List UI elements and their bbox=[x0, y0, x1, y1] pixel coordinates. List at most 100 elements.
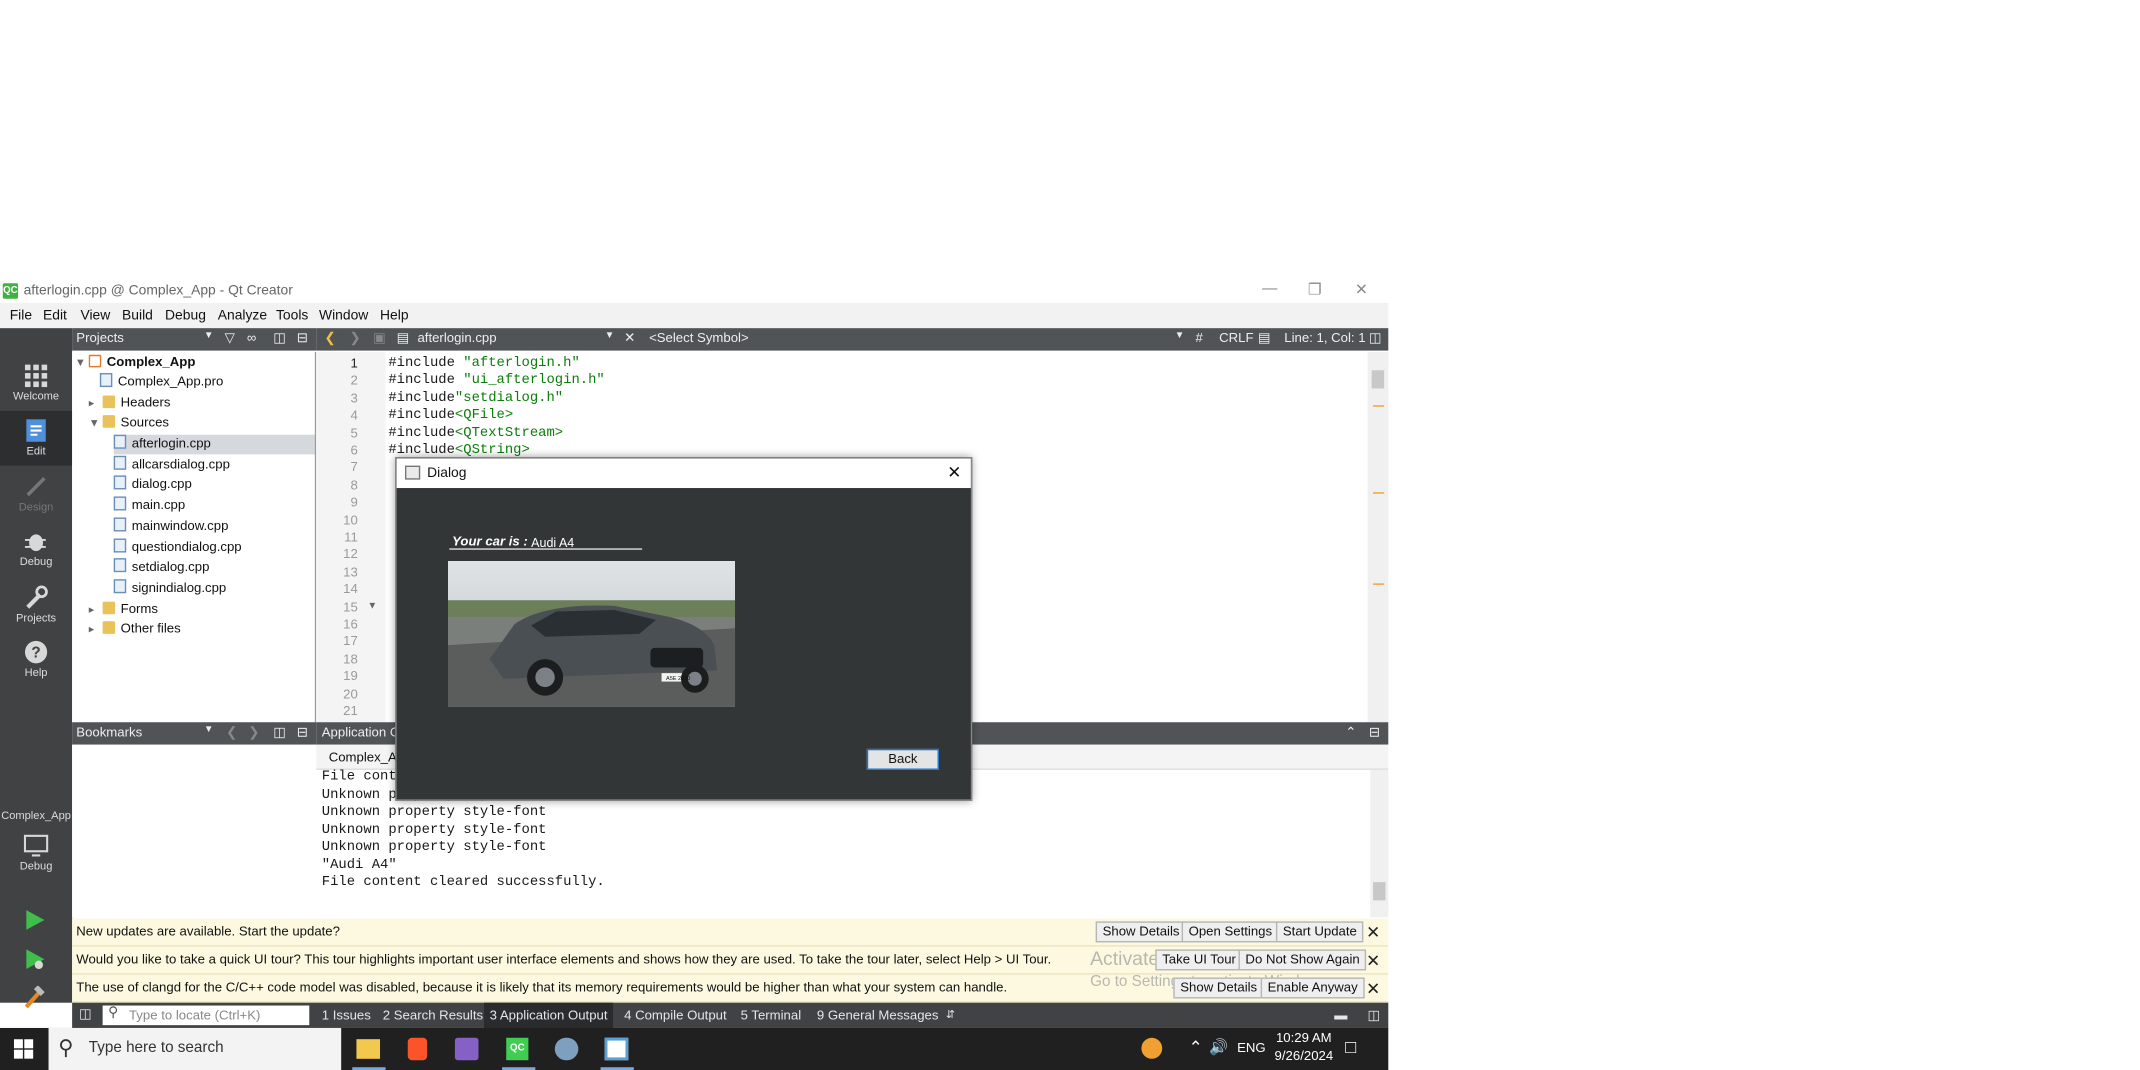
visual-studio-icon[interactable] bbox=[454, 1037, 479, 1061]
dropdown-icon[interactable]: ▼ bbox=[1175, 331, 1185, 341]
build-hammer-icon[interactable] bbox=[24, 985, 46, 1009]
tab-issues[interactable]: 1 Issues bbox=[322, 1008, 371, 1023]
file-explorer-icon[interactable] bbox=[356, 1039, 381, 1059]
line-ending[interactable]: CRLF bbox=[1219, 331, 1253, 346]
toggle-sidebar-icon[interactable]: ◫ bbox=[79, 1007, 91, 1022]
tray-expand-icon[interactable]: ⌃ bbox=[1189, 1038, 1203, 1058]
tab-application-output[interactable]: 3 Application Output bbox=[484, 1002, 614, 1028]
mode-projects[interactable]: Projects bbox=[0, 578, 72, 631]
close-file-icon[interactable]: ✕ bbox=[624, 331, 635, 346]
close-panel-icon[interactable]: ⊟ bbox=[297, 331, 308, 346]
tree-headers[interactable]: ▸ Headers bbox=[89, 394, 170, 414]
volume-icon[interactable]: 🔊 bbox=[1209, 1038, 1228, 1056]
dropdown-icon[interactable]: ▼ bbox=[204, 725, 214, 735]
notification-app-icon[interactable] bbox=[1141, 1037, 1163, 1059]
split-icon[interactable]: ◫ bbox=[273, 331, 285, 346]
clock-date[interactable]: 9/26/2024 bbox=[1275, 1049, 1334, 1064]
close-window-icon[interactable]: ✕ bbox=[1355, 280, 1368, 299]
show-details-button[interactable]: Show Details bbox=[1095, 921, 1187, 943]
tree-file[interactable]: questiondialog.cpp bbox=[113, 538, 242, 559]
menu-tools[interactable]: Tools bbox=[276, 309, 308, 324]
mode-edit[interactable]: Edit bbox=[0, 410, 73, 466]
output-tab[interactable]: Complex_Ap bbox=[329, 750, 404, 765]
forward-arrow-icon[interactable]: ❯ bbox=[349, 331, 360, 346]
symbol-combo[interactable]: <Select Symbol> bbox=[649, 331, 749, 346]
link-icon[interactable]: ∞ bbox=[247, 331, 256, 346]
mode-design[interactable]: Design bbox=[0, 467, 72, 520]
split-icon[interactable]: ◫ bbox=[273, 725, 285, 740]
tree-file[interactable]: dialog.cpp bbox=[113, 475, 192, 495]
menu-build[interactable]: Build bbox=[122, 309, 153, 324]
mode-welcome[interactable]: Welcome bbox=[0, 356, 72, 409]
taskbar-search-box[interactable]: ⚲ Type here to search bbox=[48, 1027, 342, 1070]
tab-compile-output[interactable]: 4 Compile Output bbox=[624, 1008, 727, 1023]
more-tabs-icon[interactable]: ⇵ bbox=[946, 1008, 955, 1021]
menu-analyze[interactable]: Analyze bbox=[218, 309, 267, 324]
locator-input[interactable]: ⚲ Type to locate (Ctrl+K) bbox=[102, 1005, 310, 1026]
close-panel-icon[interactable]: ⊟ bbox=[1369, 725, 1380, 740]
dropdown-icon[interactable]: ▼ bbox=[605, 331, 615, 341]
tab-terminal[interactable]: 5 Terminal bbox=[741, 1008, 802, 1023]
start-update-button[interactable]: Start Update bbox=[1275, 921, 1364, 943]
windows-start-icon[interactable] bbox=[13, 1039, 34, 1059]
next-icon[interactable]: ❯ bbox=[248, 725, 259, 740]
prev-icon[interactable]: ❮ bbox=[226, 725, 237, 740]
show-details-button[interactable]: Show Details bbox=[1173, 977, 1265, 999]
menu-debug[interactable]: Debug bbox=[165, 309, 206, 324]
hash-indicator[interactable]: # bbox=[1196, 331, 1203, 346]
brave-browser-icon[interactable] bbox=[407, 1037, 428, 1061]
tree-forms[interactable]: ▸ Forms bbox=[89, 600, 158, 620]
split-icon[interactable]: ◫ bbox=[1369, 331, 1381, 346]
minimize-icon[interactable]: — bbox=[1262, 280, 1277, 297]
projects-title[interactable]: Projects bbox=[76, 331, 124, 346]
close-icon[interactable]: ✕ bbox=[1366, 979, 1380, 999]
tree-other-files[interactable]: ▸ Other files bbox=[89, 620, 181, 640]
do-not-show-again-button[interactable]: Do Not Show Again bbox=[1238, 949, 1367, 971]
kit-selector[interactable]: Debug bbox=[0, 826, 72, 879]
tree-file[interactable]: setdialog.cpp bbox=[113, 558, 209, 578]
tree-sources[interactable]: ▼ Sources bbox=[89, 414, 169, 434]
tree-root[interactable]: ▼ Complex_App bbox=[75, 353, 195, 373]
tree-file[interactable]: signindialog.cpp bbox=[113, 579, 226, 599]
filter-icon[interactable]: ▽ bbox=[225, 331, 235, 346]
editor-scrollbar[interactable] bbox=[1367, 352, 1389, 723]
enable-anyway-button[interactable]: Enable Anyway bbox=[1260, 977, 1365, 999]
tree-file[interactable]: mainwindow.cpp bbox=[113, 517, 228, 537]
open-settings-button[interactable]: Open Settings bbox=[1181, 921, 1280, 943]
close-icon[interactable]: ✕ bbox=[1366, 923, 1380, 943]
dialog-close-icon[interactable]: ✕ bbox=[947, 463, 961, 483]
tree-pro-file[interactable]: Complex_App.pro bbox=[99, 373, 223, 393]
menu-window[interactable]: Window bbox=[319, 309, 368, 324]
language-indicator[interactable]: ENG bbox=[1237, 1041, 1266, 1056]
mode-help[interactable]: ? Help bbox=[0, 632, 72, 685]
menu-file[interactable]: File bbox=[10, 309, 32, 324]
cursor-position[interactable]: Line: 1, Col: 1 bbox=[1284, 331, 1365, 346]
dropdown-icon[interactable]: ▼ bbox=[204, 331, 214, 341]
close-icon[interactable]: ✕ bbox=[1366, 951, 1380, 971]
back-arrow-icon[interactable]: ❮ bbox=[325, 331, 336, 346]
progress-toggle-icon[interactable]: ▬ bbox=[1334, 1008, 1347, 1023]
dialog-app-icon[interactable] bbox=[604, 1037, 629, 1061]
run-icon[interactable] bbox=[24, 909, 46, 931]
maximize-panel-icon[interactable]: ⌃ bbox=[1345, 725, 1356, 740]
mode-debug[interactable]: Debug bbox=[0, 522, 72, 575]
toggle-output-icon[interactable]: ◫ bbox=[1367, 1008, 1379, 1023]
open-file-combo[interactable]: afterlogin.cpp bbox=[417, 331, 496, 346]
tab-general-messages[interactable]: 9 General Messages bbox=[817, 1008, 939, 1023]
qt-creator-taskbar-icon[interactable]: QC bbox=[506, 1037, 529, 1061]
output-scrollbar[interactable] bbox=[1370, 769, 1389, 918]
tree-file[interactable]: main.cpp bbox=[113, 496, 185, 516]
back-button[interactable]: Back bbox=[866, 748, 939, 770]
menu-help[interactable]: Help bbox=[380, 309, 409, 324]
close-panel-icon[interactable]: ⊟ bbox=[297, 725, 308, 740]
clock-time[interactable]: 10:29 AM bbox=[1276, 1031, 1332, 1046]
output-title[interactable]: Application O bbox=[322, 725, 400, 740]
action-center-icon[interactable]: □ bbox=[1345, 1036, 1356, 1057]
bookmarks-title[interactable]: Bookmarks bbox=[76, 725, 142, 740]
menu-edit[interactable]: Edit bbox=[43, 309, 67, 324]
take-ui-tour-button[interactable]: Take UI Tour bbox=[1155, 949, 1243, 971]
tree-file-afterlogin[interactable]: afterlogin.cpp bbox=[113, 434, 317, 455]
fold-marker-icon[interactable]: ▼ bbox=[368, 602, 378, 612]
tab-search-results[interactable]: 2 Search Results bbox=[383, 1008, 483, 1023]
menu-view[interactable]: View bbox=[80, 309, 110, 324]
